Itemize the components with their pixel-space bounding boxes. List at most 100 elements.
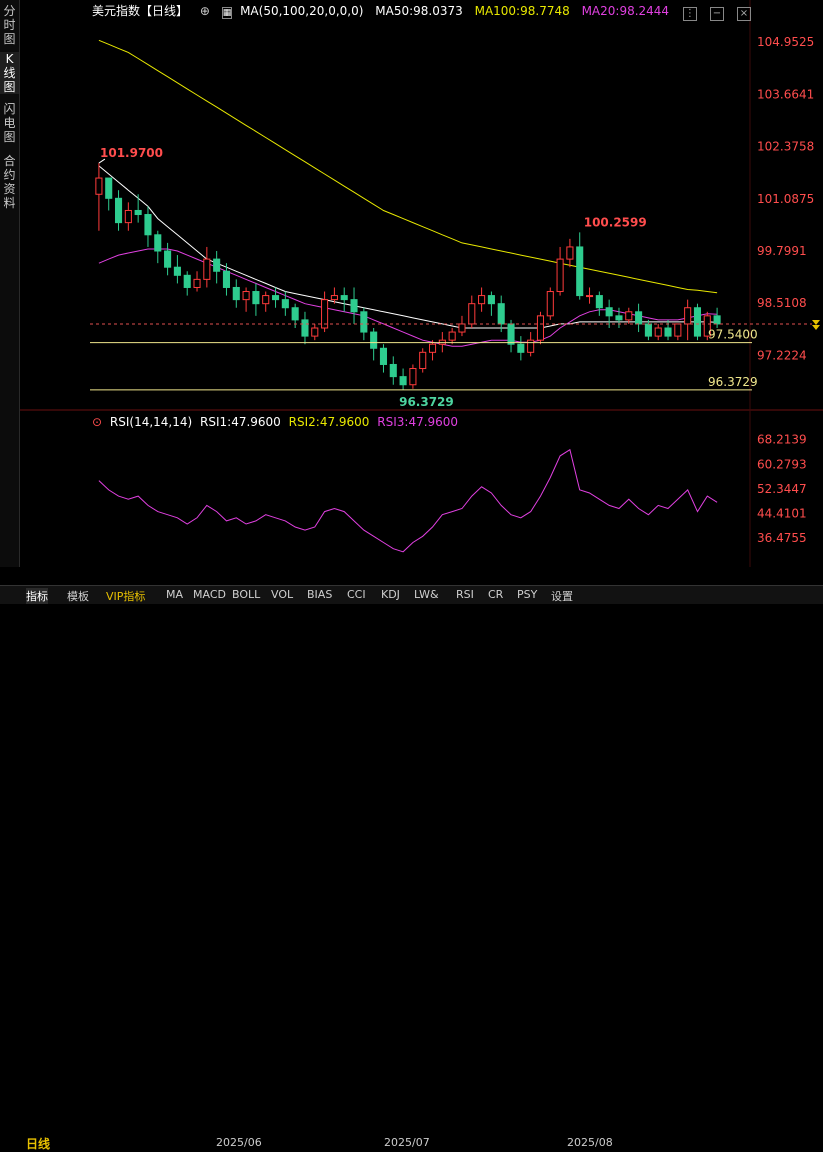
tab-rsi[interactable]: RSI [456, 588, 474, 601]
candle-body[interactable] [409, 368, 417, 386]
candle-body[interactable] [193, 278, 201, 288]
candle-body[interactable] [154, 234, 162, 252]
candle-body[interactable] [654, 327, 662, 337]
candle-body[interactable] [252, 291, 260, 305]
candle-body[interactable] [428, 343, 437, 353]
ma-settings-icon[interactable]: ▦ [221, 7, 233, 19]
candle-body[interactable] [134, 209, 142, 216]
tab-contract-info[interactable]: 合约资料 [0, 154, 19, 210]
candle-body[interactable] [183, 274, 191, 288]
candle-body[interactable] [419, 351, 427, 370]
grid-icon[interactable]: ⋮ [682, 7, 697, 21]
rsi-tick-label: 44.4101 [757, 506, 807, 520]
tab-vol[interactable]: VOL [271, 588, 293, 601]
candle-body[interactable] [242, 291, 250, 301]
window-controls: ⋮ − × [675, 1, 751, 21]
ma50-value: MA50:98.0373 [375, 4, 463, 18]
tab-templates[interactable]: 模板 [67, 588, 89, 604]
candle-body[interactable] [507, 323, 515, 345]
candle-body[interactable] [213, 258, 221, 272]
candle-body[interactable] [468, 303, 476, 325]
candle-body[interactable] [615, 315, 623, 321]
candle-body[interactable] [330, 295, 338, 301]
candle-body[interactable] [301, 319, 309, 337]
candle-body[interactable] [497, 303, 505, 325]
candle-body[interactable] [262, 295, 270, 305]
candle-body[interactable] [595, 295, 603, 309]
tab-cci[interactable]: CCI [347, 588, 366, 601]
candle-body[interactable] [448, 331, 456, 341]
candle-body[interactable] [114, 197, 123, 224]
tab-intraday[interactable]: 分时图 [0, 4, 19, 46]
candle-body[interactable] [291, 307, 299, 321]
rsi2-value: RSI2:47.9600 [288, 415, 370, 429]
candle-body[interactable] [232, 286, 240, 301]
candle-body[interactable] [370, 331, 378, 349]
candle-body[interactable] [203, 258, 211, 280]
candle-body[interactable] [635, 311, 643, 325]
tab-flash[interactable]: 闪电图 [0, 102, 19, 144]
candle-body[interactable] [536, 315, 545, 341]
support-label: 96.3729 [708, 375, 758, 389]
ma100-value: MA100:98.7748 [474, 4, 570, 18]
candle-body[interactable] [222, 270, 231, 288]
candle-body[interactable] [605, 307, 613, 317]
candle-body[interactable] [585, 295, 594, 298]
chart-canvas[interactable]: 104.9525 103.6641 102.3758 101.0875 99.7991 9… [0, 0, 823, 567]
candle-body[interactable] [350, 299, 358, 313]
rsi-dot-icon[interactable]: ⊙ [92, 415, 102, 429]
tab-cr[interactable]: CR [488, 588, 503, 601]
rsi-tick-label: 36.4755 [757, 531, 807, 545]
tab-settings[interactable]: 设置 [551, 588, 573, 604]
tab-bias[interactable]: BIAS [307, 588, 332, 601]
candle-body[interactable] [713, 315, 721, 325]
price-tick-label: 101.0875 [757, 192, 814, 206]
tab-boll[interactable]: BOLL [232, 588, 260, 601]
candle-body[interactable] [556, 258, 564, 293]
gear-icon[interactable]: ⊕ [200, 4, 210, 18]
candle-body[interactable] [379, 347, 388, 365]
candle-body[interactable] [124, 209, 132, 224]
candle-body[interactable] [674, 323, 682, 337]
ma-params: MA(50,100,20,0,0,0) [240, 4, 364, 18]
tab-kline[interactable]: K线图 [0, 52, 19, 94]
candle-body[interactable] [625, 311, 633, 321]
candle-body[interactable] [311, 327, 319, 337]
candle-body[interactable] [340, 295, 348, 301]
candle-body[interactable] [517, 343, 525, 353]
price-tick-label: 98.5108 [757, 296, 807, 310]
rsi3-value: RSI3:47.9600 [377, 415, 459, 429]
chart-title: 美元指数【日线】 [92, 4, 189, 18]
candle-body[interactable] [458, 323, 466, 333]
tab-kdj[interactable]: KDJ [381, 588, 400, 601]
tab-ma[interactable]: MA [166, 588, 183, 601]
close-icon[interactable]: × [737, 7, 751, 21]
candle-body[interactable] [281, 299, 289, 309]
candle-body[interactable] [478, 295, 486, 305]
candle-body[interactable] [105, 177, 113, 199]
candle-body[interactable] [527, 339, 535, 353]
tab-vip[interactable]: VIP指标 [106, 588, 145, 604]
candle-body[interactable] [173, 266, 181, 276]
candle-body[interactable] [144, 214, 152, 236]
tab-macd[interactable]: MACD [193, 588, 226, 601]
candle-body[interactable] [95, 177, 103, 195]
candle-body[interactable] [644, 323, 652, 337]
candle-body[interactable] [389, 363, 397, 378]
candle-body[interactable] [487, 295, 495, 305]
candle-body[interactable] [684, 307, 692, 325]
candle-body[interactable] [164, 250, 172, 268]
candle-body[interactable] [664, 327, 672, 337]
tab-indicators[interactable]: 指标 [26, 588, 48, 604]
tab-lw[interactable]: LW& [414, 588, 439, 601]
minimize-icon[interactable]: − [709, 7, 724, 21]
candle-body[interactable] [271, 295, 280, 301]
candle-body[interactable] [360, 311, 368, 333]
candle-body[interactable] [546, 291, 554, 317]
period-label[interactable]: 日线 [26, 1135, 50, 1152]
candle-body[interactable] [566, 246, 574, 260]
candle-body[interactable] [693, 307, 702, 337]
candle-body[interactable] [399, 376, 407, 386]
tab-psy[interactable]: PSY [517, 588, 537, 601]
candle-body[interactable] [576, 246, 584, 297]
